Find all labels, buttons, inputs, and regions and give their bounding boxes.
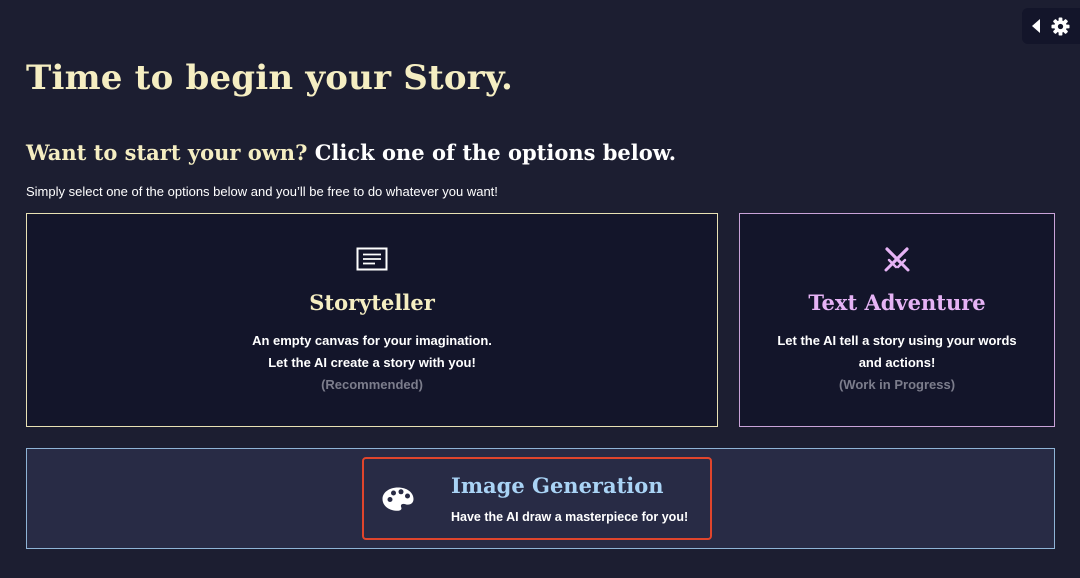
caret-left-icon[interactable]: [1032, 19, 1041, 33]
text-adventure-description: Let the AI tell a story using your words…: [740, 330, 1054, 374]
text-adventure-option[interactable]: Text Adventure Let the AI tell a story u…: [739, 213, 1055, 427]
image-generation-banner: Image Generation Have the AI draw a mast…: [26, 448, 1055, 549]
image-generation-description: Have the AI draw a masterpiece for you!: [451, 510, 689, 524]
subheading-accent: Want to start your own?: [26, 140, 308, 165]
intro-text: Simply select one of the options below a…: [26, 184, 498, 199]
storyteller-title: Storyteller: [309, 290, 435, 315]
storyteller-description: An empty canvas for your imagination. Le…: [27, 330, 717, 374]
gear-icon[interactable]: [1051, 16, 1070, 36]
page-title: Time to begin your Story.: [26, 58, 513, 98]
image-generation-title: Image Generation: [451, 473, 664, 498]
text-adventure-desc-line-2: and actions!: [858, 355, 936, 370]
storyteller-note: (Recommended): [321, 377, 423, 392]
subheading-rest: Click one of the options below.: [314, 140, 677, 165]
subheading: Want to start your own? Click one of the…: [26, 140, 676, 165]
text-adventure-desc-line-1: Let the AI tell a story using your words: [777, 333, 1017, 348]
image-generation-option[interactable]: Image Generation Have the AI draw a mast…: [362, 457, 712, 540]
text-adventure-title: Text Adventure: [808, 290, 986, 315]
top-controls: [1022, 8, 1080, 44]
storyteller-desc-line-1: An empty canvas for your imagination.: [252, 333, 492, 348]
storyteller-option[interactable]: Storyteller An empty canvas for your ima…: [26, 213, 718, 427]
storyteller-desc-line-2: Let the AI create a story with you!: [268, 355, 476, 370]
document-lines-icon: [355, 244, 389, 274]
crossed-swords-icon: [880, 244, 914, 274]
palette-icon: [381, 486, 415, 512]
text-adventure-note: (Work in Progress): [838, 377, 956, 392]
